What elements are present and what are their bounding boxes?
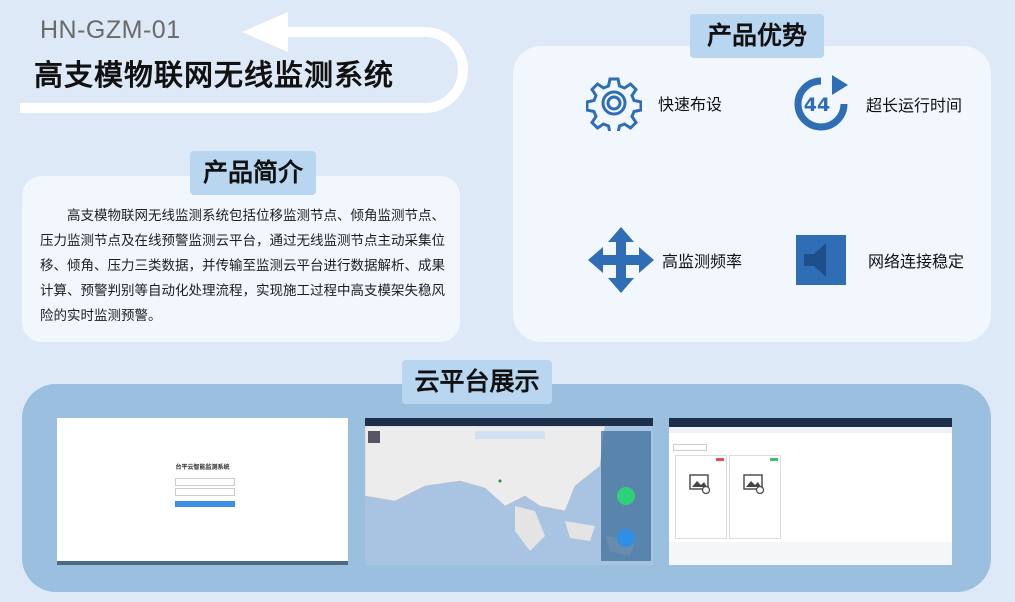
intro-label: 产品简介 xyxy=(190,151,316,195)
login-button xyxy=(175,501,235,507)
advantages-label: 产品优势 xyxy=(690,14,824,58)
status-badge xyxy=(770,458,778,461)
login-footer xyxy=(57,561,348,565)
list-footer xyxy=(669,542,952,565)
model-number: HN-GZM-01 xyxy=(40,16,181,44)
gear-icon xyxy=(586,77,642,131)
map-dashboard-screenshot xyxy=(365,418,653,565)
advantage-text: 网络连接稳定 xyxy=(868,252,965,271)
advantage-stable-network: 网络连接稳定 xyxy=(796,235,964,285)
map-topbar xyxy=(365,418,653,426)
image-placeholder-icon xyxy=(743,474,765,494)
login-username-input xyxy=(175,478,235,486)
advantage-high-frequency: 高监测频率 xyxy=(588,227,742,293)
runtime-badge: 44 xyxy=(804,94,830,116)
four-way-arrows-icon xyxy=(588,227,654,293)
page-title: 高支模物联网无线监测系统 xyxy=(34,58,395,92)
project-card xyxy=(675,455,727,539)
login-title: 台平云智能监测系统 xyxy=(175,464,230,471)
list-topbar xyxy=(669,418,952,427)
login-screenshot: 台平云智能监测系统 xyxy=(57,418,348,565)
login-password-input xyxy=(175,488,235,496)
map-image xyxy=(365,426,653,565)
intro-text: 高支模物联网无线监测系统包括位移监测节点、倾角监测节点、压力监测节点及在线预警监… xyxy=(40,208,445,324)
advantage-long-runtime: 44 超长运行时间 xyxy=(792,75,962,133)
project-card xyxy=(729,455,781,539)
advantage-text: 高监测频率 xyxy=(662,252,743,271)
list-search-input xyxy=(673,444,707,451)
cloud-platform-label: 云平台展示 xyxy=(402,360,552,404)
list-tabs xyxy=(669,427,952,433)
clock-44-icon: 44 xyxy=(794,75,848,131)
advantage-quick-deploy: 快速布设 xyxy=(586,75,722,131)
project-list-screenshot xyxy=(669,418,952,565)
advantage-text: 快速布设 xyxy=(658,95,723,114)
status-badge xyxy=(716,458,724,461)
advantage-text: 超长运行时间 xyxy=(866,96,963,115)
image-placeholder-icon xyxy=(689,474,711,494)
speaker-icon xyxy=(796,235,846,285)
